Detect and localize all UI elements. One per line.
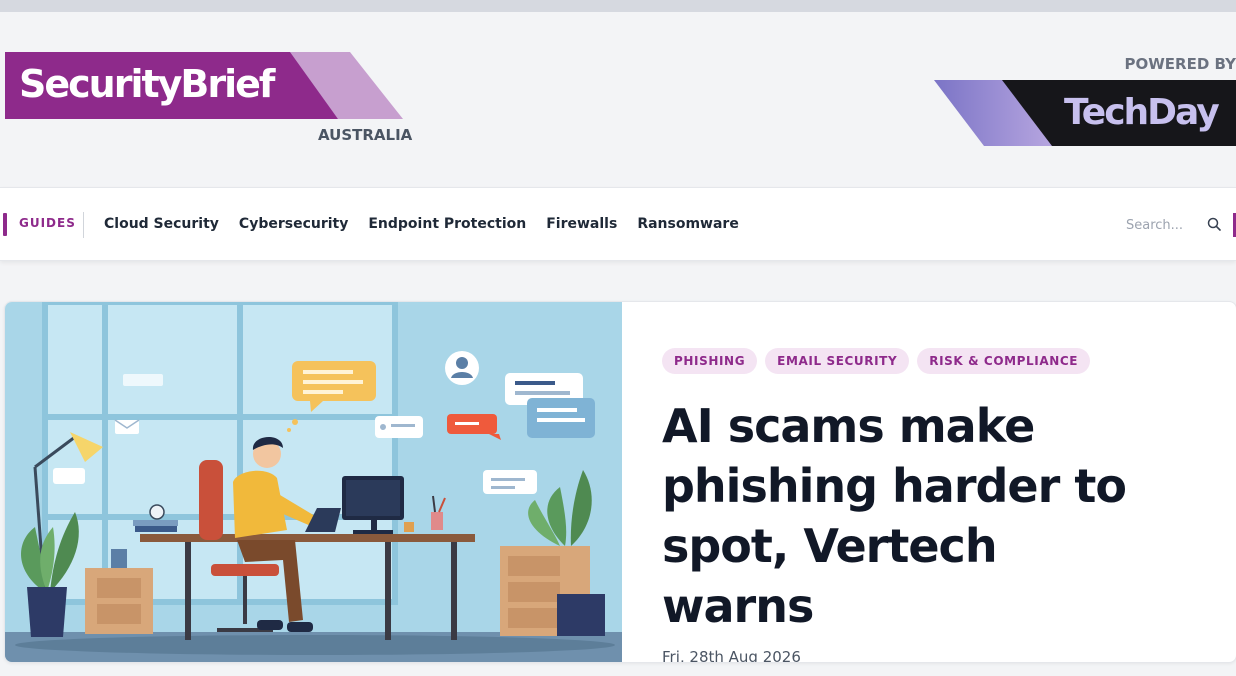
browser-top-strip: [0, 0, 1236, 12]
nav-accent-bar: [3, 213, 7, 236]
nav-link-cloud-security[interactable]: Cloud Security: [104, 216, 219, 232]
nav-link-cybersecurity[interactable]: Cybersecurity: [239, 216, 348, 232]
brand-name: SecurityBrief: [19, 62, 275, 106]
article-tags: PHISHING EMAIL SECURITY RISK & COMPLIANC…: [662, 348, 1222, 374]
nav-links: Cloud Security Cybersecurity Endpoint Pr…: [104, 216, 759, 232]
tag-risk-compliance[interactable]: RISK & COMPLIANCE: [917, 348, 1091, 374]
nav-link-endpoint-protection[interactable]: Endpoint Protection: [368, 216, 526, 232]
tag-phishing[interactable]: PHISHING: [662, 348, 758, 374]
main-nav: GUIDES Cloud Security Cybersecurity Endp…: [0, 187, 1236, 261]
search-input[interactable]: [1126, 212, 1198, 238]
featured-article-card[interactable]: PHISHING EMAIL SECURITY RISK & COMPLIANC…: [4, 301, 1236, 663]
search-icon[interactable]: [1207, 217, 1221, 231]
article-illustration[interactable]: [5, 302, 622, 663]
nav-divider: [83, 212, 84, 238]
brand-region: AUSTRALIA: [318, 126, 413, 144]
securitybrief-logo[interactable]: SecurityBrief: [5, 52, 405, 119]
nav-guides-link[interactable]: GUIDES: [19, 216, 76, 230]
powered-by-label: POWERED BY: [1124, 55, 1236, 73]
nav-link-ransomware[interactable]: Ransomware: [637, 216, 739, 232]
article-date: Fri, 28th Aug 2026: [662, 648, 801, 663]
tag-email-security[interactable]: EMAIL SECURITY: [765, 348, 910, 374]
article-content: PHISHING EMAIL SECURITY RISK & COMPLIANC…: [662, 348, 1222, 663]
nav-link-firewalls[interactable]: Firewalls: [546, 216, 617, 232]
techday-logo[interactable]: TechDay: [934, 80, 1236, 146]
partner-name: TechDay: [1064, 92, 1220, 133]
article-headline[interactable]: AI scams make phishing harder to spot, V…: [662, 396, 1132, 636]
